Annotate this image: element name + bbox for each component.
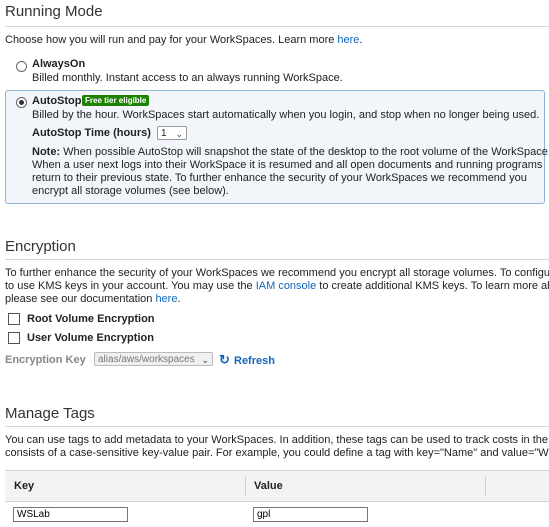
running-mode-title: Running Mode bbox=[5, 3, 103, 20]
running-mode-intro: Choose how you will run and pay for your… bbox=[5, 34, 363, 46]
encryption-text-2: to use KMS keys in your account. You may… bbox=[5, 280, 549, 292]
encryption-text-2-pre: to use KMS keys in your account. You may… bbox=[5, 280, 256, 292]
note-line-1: When possible AutoStop will snapshot the… bbox=[60, 146, 549, 158]
encryption-text-3-pre: please see our documentation bbox=[5, 293, 156, 305]
running-mode-divider bbox=[5, 26, 549, 27]
encryption-text-2-post: to create additional KMS keys. To learn … bbox=[316, 280, 549, 292]
auto-stop-description: Billed by the hour. WorkSpaces start aut… bbox=[32, 109, 540, 121]
user-volume-label[interactable]: User Volume Encryption bbox=[27, 332, 154, 344]
tag-key-input[interactable] bbox=[13, 507, 128, 522]
encryption-text-1: To further enhance the security of your … bbox=[5, 267, 549, 279]
root-volume-label[interactable]: Root Volume Encryption bbox=[27, 313, 155, 325]
running-mode-intro-suffix: . bbox=[359, 34, 363, 46]
encryption-key-label: Encryption Key bbox=[5, 354, 86, 366]
tags-col-value[interactable]: Value bbox=[254, 480, 283, 492]
tags-col-key[interactable]: Key bbox=[14, 480, 34, 492]
manage-tags-divider bbox=[5, 426, 549, 427]
auto-stop-time-select[interactable]: 1 ⌄ bbox=[157, 126, 187, 140]
auto-stop-radio[interactable] bbox=[16, 97, 27, 108]
user-volume-checkbox[interactable] bbox=[8, 332, 20, 344]
documentation-link[interactable]: here bbox=[155, 293, 177, 305]
tags-column-separator bbox=[485, 476, 486, 496]
encryption-divider bbox=[5, 259, 549, 260]
chevron-down-icon: ⌄ bbox=[175, 129, 183, 139]
encryption-title: Encryption bbox=[5, 238, 76, 255]
tags-column-separator bbox=[245, 476, 246, 496]
encryption-key-value: alias/aws/workspaces bbox=[98, 354, 195, 365]
note-label: Note: bbox=[32, 146, 61, 158]
tag-value-input[interactable] bbox=[253, 507, 368, 522]
tags-text-2: consists of a case-sensitive key-value p… bbox=[5, 447, 549, 459]
tags-text-1: You can use tags to add metadata to your… bbox=[5, 434, 549, 446]
always-on-label[interactable]: AlwaysOn bbox=[32, 58, 85, 70]
refresh-button[interactable]: Refresh bbox=[234, 355, 275, 367]
iam-console-link[interactable]: IAM console bbox=[256, 280, 317, 292]
auto-stop-note-1: Note: When possible AutoStop will snapsh… bbox=[32, 146, 549, 158]
auto-stop-note-3: return to their previous state. To furth… bbox=[32, 172, 527, 184]
always-on-radio[interactable] bbox=[16, 61, 27, 72]
auto-stop-note-2: When a user next logs into their WorkSpa… bbox=[32, 159, 543, 171]
manage-tags-title: Manage Tags bbox=[5, 405, 95, 422]
auto-stop-note-4: encrypt all storage volumes (see below). bbox=[32, 185, 229, 197]
root-volume-checkbox[interactable] bbox=[8, 313, 20, 325]
learn-more-link[interactable]: here bbox=[337, 34, 359, 46]
encryption-text-3: please see our documentation here. bbox=[5, 293, 181, 305]
encryption-text-3-post: . bbox=[177, 293, 181, 305]
encryption-key-select[interactable]: alias/aws/workspaces ⌄ bbox=[94, 352, 213, 366]
free-tier-badge: Free tier eligible bbox=[82, 95, 150, 106]
chevron-down-icon: ⌄ bbox=[201, 355, 209, 365]
refresh-icon[interactable]: ↻ bbox=[219, 352, 230, 368]
running-mode-intro-text: Choose how you will run and pay for your… bbox=[5, 34, 338, 46]
always-on-description: Billed monthly. Instant access to an alw… bbox=[32, 72, 343, 84]
auto-stop-label[interactable]: AutoStop bbox=[32, 95, 81, 107]
auto-stop-time-label: AutoStop Time (hours) bbox=[32, 127, 151, 139]
auto-stop-time-value: 1 bbox=[161, 128, 167, 139]
